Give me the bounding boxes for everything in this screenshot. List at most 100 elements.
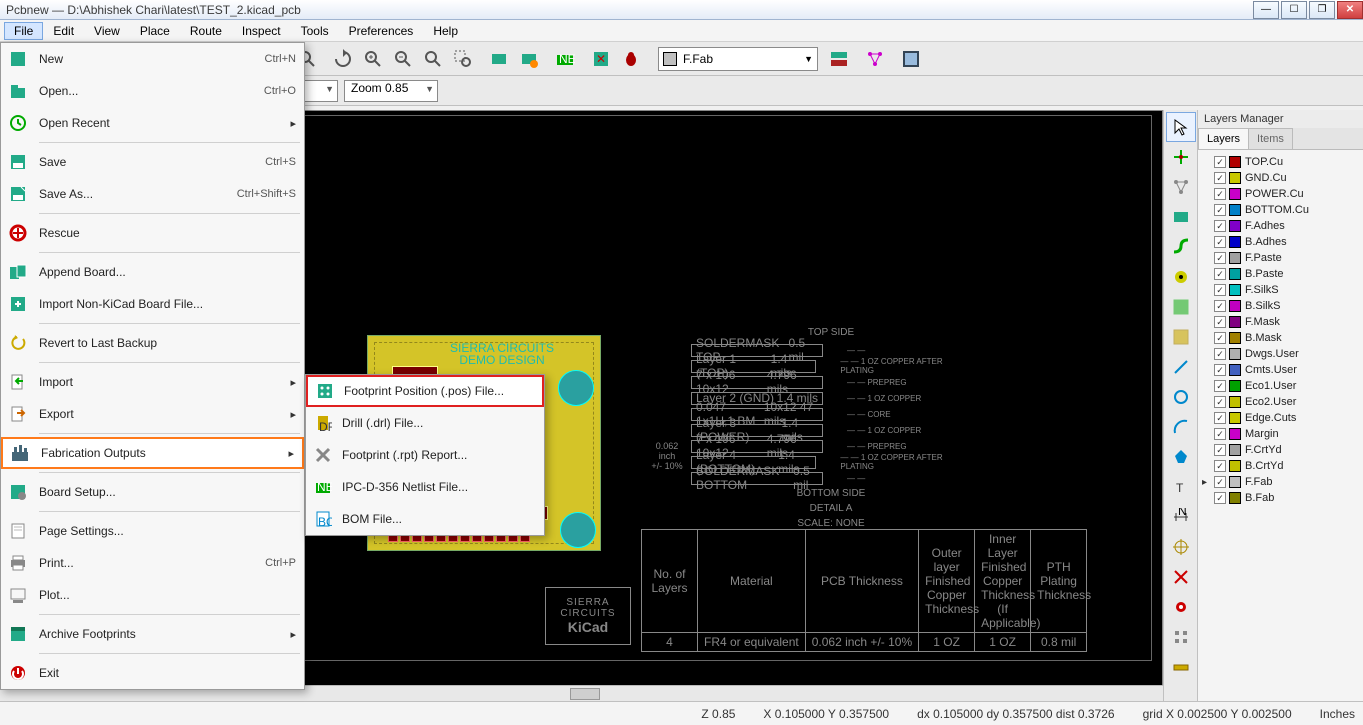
route-track-icon[interactable]: [1166, 232, 1196, 262]
layer-row-eco1-user[interactable]: ▸✓Eco1.User: [1200, 378, 1361, 394]
layer-row-b-fab[interactable]: ▸✓B.Fab: [1200, 490, 1361, 506]
menu-file[interactable]: File: [4, 22, 43, 40]
layer-row-b-paste[interactable]: ▸✓B.Paste: [1200, 266, 1361, 282]
menu-view[interactable]: View: [84, 22, 130, 40]
layer-select[interactable]: F.Fab ▼: [658, 47, 818, 71]
layer-visibility-checkbox[interactable]: ✓: [1214, 252, 1226, 264]
layer-visibility-checkbox[interactable]: ✓: [1214, 444, 1226, 456]
file-menu-fabrication-outputs[interactable]: Fabrication Outputs▸: [1, 437, 304, 469]
layer-row-dwgs-user[interactable]: ▸✓Dwgs.User: [1200, 346, 1361, 362]
file-menu-page-settings-[interactable]: Page Settings...: [1, 515, 304, 547]
zoom-selection-icon[interactable]: [448, 44, 478, 74]
layer-visibility-checkbox[interactable]: ✓: [1214, 316, 1226, 328]
layer-visibility-checkbox[interactable]: ✓: [1214, 476, 1226, 488]
layer-row-b-mask[interactable]: ▸✓B.Mask: [1200, 330, 1361, 346]
place-target-icon[interactable]: [1166, 532, 1196, 562]
layer-color-swatch[interactable]: [1229, 492, 1241, 504]
layer-color-swatch[interactable]: [1229, 300, 1241, 312]
file-menu-archive-footprints[interactable]: Archive Footprints▸: [1, 618, 304, 650]
layer-visibility-checkbox[interactable]: ✓: [1214, 300, 1226, 312]
close-button[interactable]: ✕: [1337, 1, 1363, 19]
layer-color-swatch[interactable]: [1229, 236, 1241, 248]
menu-help[interactable]: Help: [423, 22, 468, 40]
layer-color-swatch[interactable]: [1229, 380, 1241, 392]
layer-color-swatch[interactable]: [1229, 284, 1241, 296]
layer-color-swatch[interactable]: [1229, 172, 1241, 184]
menu-edit[interactable]: Edit: [43, 22, 84, 40]
layer-visibility-checkbox[interactable]: ✓: [1214, 236, 1226, 248]
menu-route[interactable]: Route: [180, 22, 232, 40]
layer-color-swatch[interactable]: [1229, 428, 1241, 440]
zoom-fit-icon[interactable]: [418, 44, 448, 74]
menu-place[interactable]: Place: [130, 22, 180, 40]
layer-color-swatch[interactable]: [1229, 316, 1241, 328]
layer-color-swatch[interactable]: [1229, 332, 1241, 344]
file-menu-open-[interactable]: Open...Ctrl+O: [1, 75, 304, 107]
draw-line-icon[interactable]: [1166, 352, 1196, 382]
layer-color-swatch[interactable]: [1229, 460, 1241, 472]
layer-visibility-checkbox[interactable]: ✓: [1214, 428, 1226, 440]
local-ratsnest-icon[interactable]: [1166, 172, 1196, 202]
layer-row-cmts-user[interactable]: ▸✓Cmts.User: [1200, 362, 1361, 378]
fab-submenu-footprint-position-pos-file-[interactable]: Footprint Position (.pos) File...: [306, 375, 544, 407]
add-via-icon[interactable]: [1166, 262, 1196, 292]
layer-row-top-cu[interactable]: ▸✓TOP.Cu: [1200, 154, 1361, 170]
drc-icon[interactable]: ✕: [586, 44, 616, 74]
refresh-icon[interactable]: [328, 44, 358, 74]
layer-visibility-checkbox[interactable]: ✓: [1214, 380, 1226, 392]
file-menu-print-[interactable]: Print...Ctrl+P: [1, 547, 304, 579]
layer-visibility-checkbox[interactable]: ✓: [1214, 332, 1226, 344]
layer-visibility-checkbox[interactable]: ✓: [1214, 284, 1226, 296]
maximize-button[interactable]: ☐: [1281, 1, 1307, 19]
scripting-icon[interactable]: [896, 44, 926, 74]
layer-visibility-checkbox[interactable]: ✓: [1214, 460, 1226, 472]
bug-icon[interactable]: [616, 44, 646, 74]
minimize-button[interactable]: —: [1253, 1, 1279, 19]
layer-color-swatch[interactable]: [1229, 412, 1241, 424]
layer-color-swatch[interactable]: [1229, 476, 1241, 488]
layer-row-power-cu[interactable]: ▸✓POWER.Cu: [1200, 186, 1361, 202]
layer-visibility-checkbox[interactable]: ✓: [1214, 364, 1226, 376]
layers-tab-layers[interactable]: Layers: [1198, 128, 1249, 149]
file-menu-board-setup-[interactable]: Board Setup...: [1, 476, 304, 508]
layer-visibility-checkbox[interactable]: ✓: [1214, 156, 1226, 168]
grid-origin-icon[interactable]: [1166, 622, 1196, 652]
layer-color-swatch[interactable]: [1229, 444, 1241, 456]
file-menu-import[interactable]: Import▸: [1, 366, 304, 398]
layer-visibility-checkbox[interactable]: ✓: [1214, 172, 1226, 184]
file-menu-export[interactable]: Export▸: [1, 398, 304, 430]
layer-row-b-silks[interactable]: ▸✓B.SilkS: [1200, 298, 1361, 314]
fab-submenu-ipc-d-netlist-file-[interactable]: NETIPC-D-356 Netlist File...: [306, 471, 544, 503]
layer-visibility-checkbox[interactable]: ✓: [1214, 412, 1226, 424]
ratsnest-icon[interactable]: [860, 44, 890, 74]
fab-submenu-bom-file-[interactable]: BOMBOM File...: [306, 503, 544, 535]
layer-row-f-adhes[interactable]: ▸✓F.Adhes: [1200, 218, 1361, 234]
layer-row-b-adhes[interactable]: ▸✓B.Adhes: [1200, 234, 1361, 250]
layer-color-swatch[interactable]: [1229, 220, 1241, 232]
menu-tools[interactable]: Tools: [291, 22, 339, 40]
layer-color-swatch[interactable]: [1229, 156, 1241, 168]
file-menu-plot-[interactable]: Plot...: [1, 579, 304, 611]
layer-row-b-crtyd[interactable]: ▸✓B.CrtYd: [1200, 458, 1361, 474]
layer-row-eco2-user[interactable]: ▸✓Eco2.User: [1200, 394, 1361, 410]
add-dimension-icon[interactable]: N: [1166, 502, 1196, 532]
layer-row-f-paste[interactable]: ▸✓F.Paste: [1200, 250, 1361, 266]
layer-row-f-silks[interactable]: ▸✓F.SilkS: [1200, 282, 1361, 298]
layer-visibility-checkbox[interactable]: ✓: [1214, 204, 1226, 216]
add-text-icon[interactable]: T: [1166, 472, 1196, 502]
layer-row-f-fab[interactable]: ▸✓F.Fab: [1200, 474, 1361, 490]
layer-visibility-checkbox[interactable]: ✓: [1214, 220, 1226, 232]
layer-row-f-crtyd[interactable]: ▸✓F.CrtYd: [1200, 442, 1361, 458]
zoom-select[interactable]: Zoom 0.85: [344, 80, 438, 102]
zoom-out-icon[interactable]: [388, 44, 418, 74]
draw-circle-icon[interactable]: [1166, 382, 1196, 412]
highlight-net-icon[interactable]: [1166, 142, 1196, 172]
file-menu-import-non-kicad-board-file-[interactable]: Import Non-KiCad Board File...: [1, 288, 304, 320]
file-menu-rescue[interactable]: Rescue: [1, 217, 304, 249]
layer-visibility-checkbox[interactable]: ✓: [1214, 396, 1226, 408]
select-tool-icon[interactable]: [1166, 112, 1196, 142]
layer-row-margin[interactable]: ▸✓Margin: [1200, 426, 1361, 442]
fab-submenu-footprint-rpt-report-[interactable]: Footprint (.rpt) Report...: [306, 439, 544, 471]
file-menu-open-recent[interactable]: Open Recent▸: [1, 107, 304, 139]
delete-icon[interactable]: [1166, 562, 1196, 592]
